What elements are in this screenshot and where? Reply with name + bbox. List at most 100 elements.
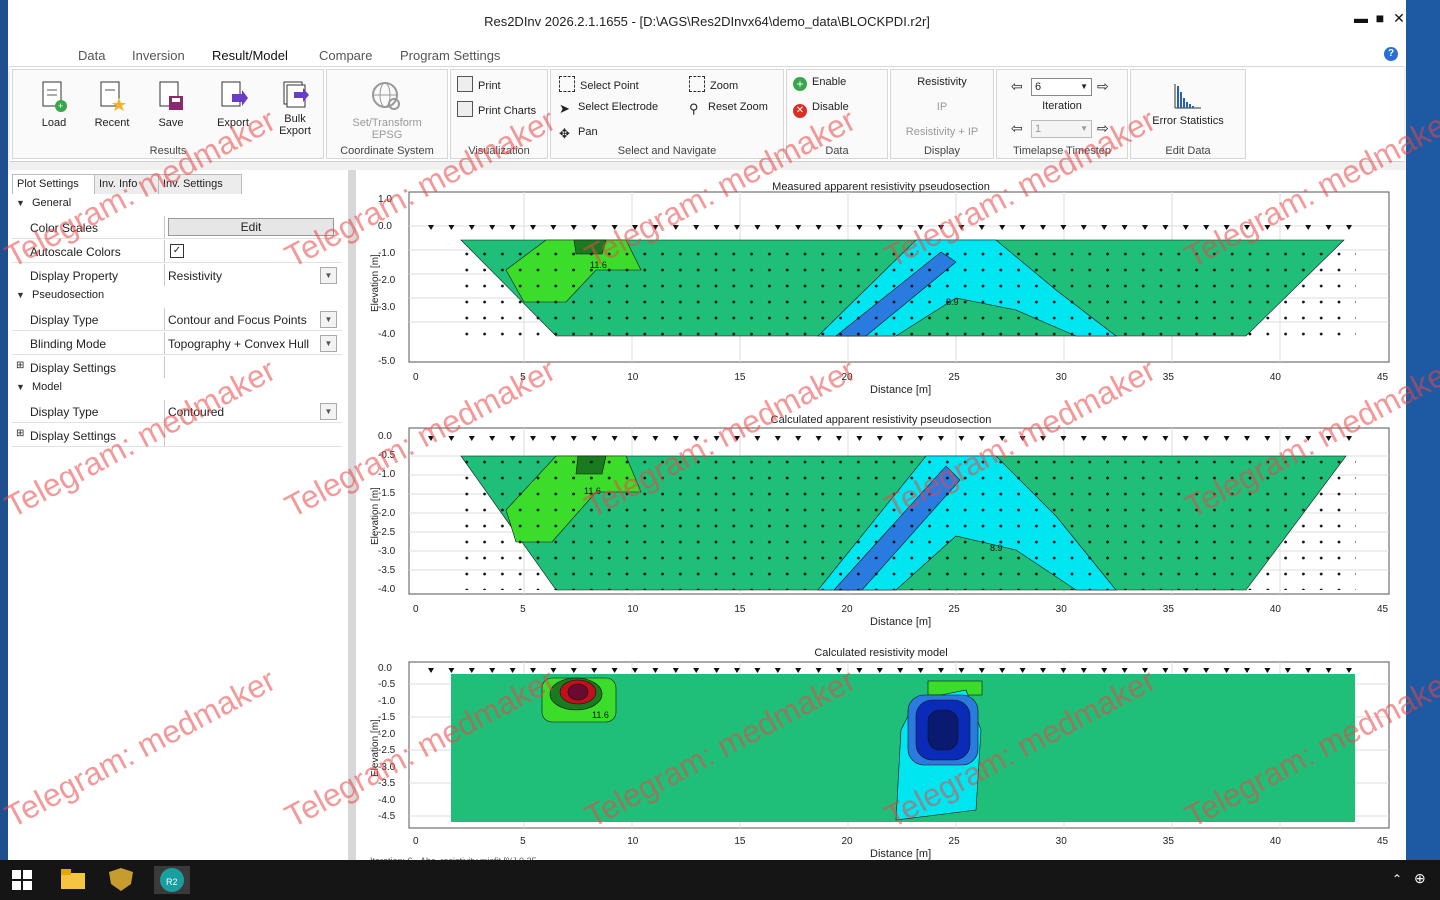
- y-tick-label: -3.5: [378, 564, 396, 576]
- collapse-icon: ▼: [16, 382, 25, 392]
- display-group-label: Display: [923, 145, 961, 157]
- expand-icon[interactable]: ⊞: [16, 428, 24, 439]
- coordinate-group-label: Coordinate System: [340, 145, 434, 157]
- timestep-select[interactable]: 1 ▼: [1031, 120, 1092, 138]
- load-button[interactable]: + Load: [27, 80, 81, 129]
- model-display-type-select[interactable]: Contoured: [168, 405, 224, 419]
- reset-zoom-button[interactable]: ⚲ Reset Zoom: [689, 101, 768, 116]
- load-icon: +: [42, 81, 67, 112]
- minimize-icon[interactable]: ▬: [1352, 10, 1370, 26]
- tab-program-settings[interactable]: Program Settings: [400, 48, 500, 63]
- tab-data[interactable]: Data: [78, 48, 105, 63]
- menu-tabs: Data Inversion Result/Model Compare Prog…: [8, 44, 1406, 66]
- tab-plot-settings[interactable]: Plot Settings: [12, 174, 96, 195]
- x-tick-label: 40: [1269, 604, 1281, 615]
- zoom-button[interactable]: Zoom: [689, 76, 738, 92]
- calculated-pseudosection-plot: 11.6 8.9: [408, 427, 1390, 595]
- export-button[interactable]: Export: [206, 80, 260, 129]
- section-model[interactable]: ▼ Model: [12, 378, 342, 396]
- display-resistivity-ip-button[interactable]: Resistivity + IP: [891, 126, 993, 138]
- section-pseudosection[interactable]: ▼ Pseudosection: [12, 286, 342, 304]
- enable-button[interactable]: + Enable: [793, 76, 846, 91]
- recent-button[interactable]: Recent: [85, 80, 139, 129]
- tab-inversion[interactable]: Inversion: [132, 48, 185, 63]
- tab-result-model[interactable]: Result/Model: [212, 48, 288, 63]
- panel-splitter[interactable]: [348, 170, 356, 860]
- model-plot-title: Calculated resistivity model: [814, 647, 948, 659]
- display-ip-button[interactable]: IP: [891, 101, 993, 113]
- close-icon[interactable]: ✕: [1390, 10, 1408, 27]
- coordinate-group: Set/Transform EPSG Coordinate System: [326, 69, 448, 159]
- chevron-up-icon[interactable]: ⌃: [1392, 872, 1402, 886]
- help-icon[interactable]: ?: [1384, 47, 1398, 61]
- print-charts-button[interactable]: Print Charts: [457, 101, 536, 117]
- chevron-down-icon[interactable]: ▼: [320, 311, 337, 328]
- timestep-prev-icon[interactable]: ⇦: [1011, 120, 1023, 137]
- display-property-select[interactable]: Resistivity: [168, 269, 222, 283]
- tab-inv-settings[interactable]: Inv. Settings: [158, 174, 242, 195]
- window-title: Res2DInv 2026.2.1.1655 - [D:\AGS\Res2DIn…: [484, 14, 930, 29]
- tab-inv-info[interactable]: Inv. Info: [94, 174, 160, 195]
- x-tick-label: 5: [520, 604, 526, 615]
- row-ps-display-type: Display Type Contour and Focus Points ▼: [12, 308, 342, 331]
- disable-button[interactable]: ✕ Disable: [793, 101, 849, 118]
- iteration-next-icon[interactable]: ⇨: [1097, 78, 1109, 95]
- network-icon[interactable]: ⊕: [1414, 870, 1426, 887]
- error-statistics-button[interactable]: Error Statistics: [1141, 80, 1235, 127]
- pan-button[interactable]: ✥ Pan: [559, 126, 598, 141]
- globe-icon: [372, 82, 400, 110]
- y-tick-label: -1.5: [378, 712, 396, 724]
- select-navigate-group-label: Select and Navigate: [617, 145, 717, 157]
- select-navigate-group: Select Point ➤ Select Electrode ✥ Pan Zoom…: [550, 69, 784, 159]
- y-tick-label: 0.0: [378, 663, 392, 674]
- calculated-plot-title: Calculated apparent resistivity pseudose…: [770, 414, 992, 426]
- tab-compare[interactable]: Compare: [319, 48, 372, 63]
- res2dinv-taskbar-icon[interactable]: R2: [154, 866, 190, 894]
- timestep-next-icon[interactable]: ⇨: [1097, 120, 1109, 137]
- autoscale-checkbox[interactable]: ✓: [170, 244, 184, 258]
- edit-color-scales-button[interactable]: Edit: [168, 218, 334, 236]
- file-explorer-icon[interactable]: [56, 866, 92, 894]
- edit-data-group-label: Edit Data: [1165, 145, 1211, 157]
- visualization-group-label: Visualization: [468, 145, 530, 157]
- iteration-prev-icon[interactable]: ⇦: [1011, 78, 1023, 95]
- y-tick-label: -2.0: [378, 275, 396, 286]
- print-button[interactable]: Print: [457, 76, 501, 92]
- windows-start-icon[interactable]: [10, 866, 46, 894]
- reset-zoom-icon: ⚲: [689, 101, 699, 116]
- title-bar: Res2DInv 2026.2.1.1655 - [D:\AGS\Res2DIn…: [8, 0, 1406, 44]
- security-app-icon[interactable]: [104, 866, 140, 894]
- iteration-select[interactable]: 6 ▼: [1031, 78, 1092, 96]
- x-tick-label: 40: [1269, 372, 1281, 383]
- desktop-background: [1406, 0, 1440, 860]
- save-button[interactable]: Save: [144, 80, 198, 129]
- contour-label: 11.6: [584, 486, 601, 496]
- select-point-icon: [559, 76, 575, 92]
- expand-icon[interactable]: ⊞: [16, 360, 24, 371]
- maximize-icon[interactable]: ■: [1371, 10, 1389, 26]
- select-point-button[interactable]: Select Point: [559, 76, 639, 92]
- x-tick-label: 20: [841, 372, 853, 383]
- ps-display-type-select[interactable]: Contour and Focus Points: [168, 313, 307, 327]
- x-tick-label: 0: [413, 604, 419, 615]
- export-icon: [221, 81, 248, 107]
- svg-text:+: +: [58, 101, 63, 111]
- blinding-mode-select[interactable]: Topography + Convex Hull: [168, 337, 309, 351]
- iteration-group: ⇦ 6 ▼ ⇨ Iteration ⇦ 1 ▼ ⇨ Timelapse Timest…: [996, 69, 1128, 159]
- chevron-down-icon[interactable]: ▼: [320, 335, 337, 352]
- svg-text:R2: R2: [166, 877, 178, 887]
- row-model-display-settings[interactable]: ⊞ Display Settings: [12, 424, 342, 447]
- row-ps-display-settings[interactable]: ⊞ Display Settings: [12, 356, 342, 379]
- chevron-down-icon[interactable]: ▼: [320, 267, 337, 284]
- x-tick-label: 20: [841, 836, 853, 847]
- bulk-export-icon: [283, 81, 309, 108]
- set-transform-epsg-button[interactable]: Set/Transform EPSG: [337, 80, 437, 141]
- display-resistivity-button[interactable]: Resistivity: [891, 76, 993, 88]
- x-tick-label: 30: [1055, 604, 1067, 615]
- chevron-down-icon[interactable]: ▼: [320, 403, 337, 420]
- select-electrode-button[interactable]: ➤ Select Electrode: [559, 101, 658, 116]
- plots-canvas: 11.6 8.9 11.6 8.9 11.6: [408, 191, 1390, 829]
- section-general[interactable]: ▼ General: [12, 194, 342, 212]
- bulk-export-button[interactable]: Bulk Export: [268, 80, 322, 137]
- contour-label: 8.9: [990, 543, 1003, 553]
